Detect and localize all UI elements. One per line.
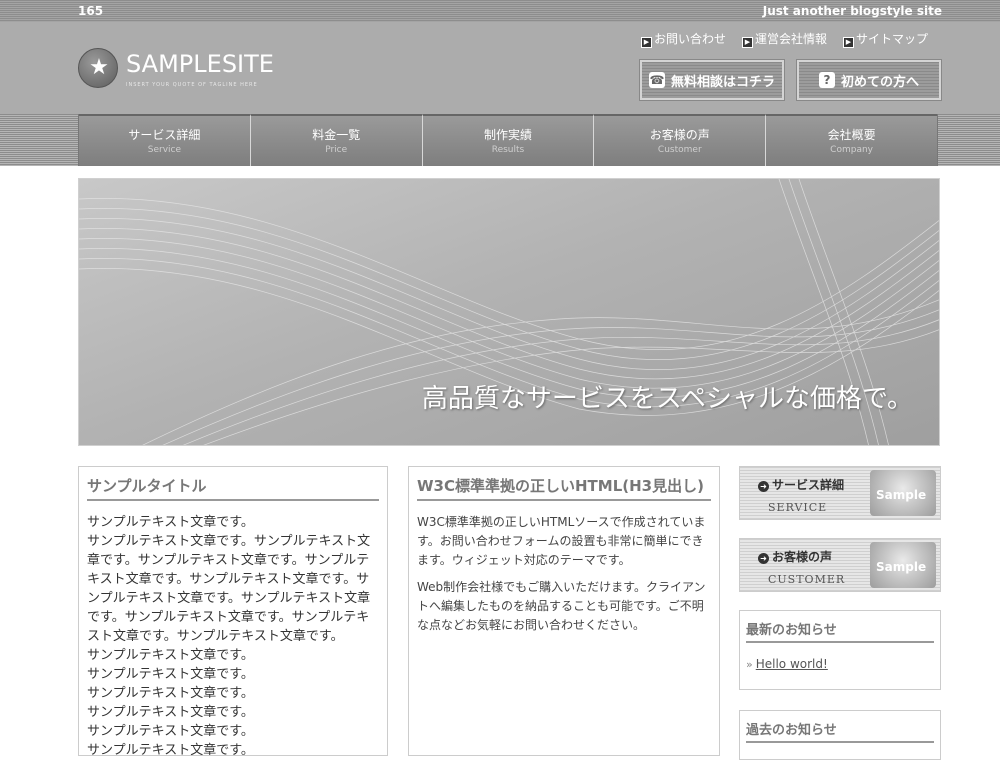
past-news-widget: 過去のお知らせ [739,710,941,760]
latest-news-title: 最新のお知らせ [746,619,934,643]
top-bar: 165 Just another blogstyle site [0,0,1000,22]
company-info-link[interactable]: ▶ 運営会社情報 [741,30,827,48]
header: ★ SAMPLESITE INSERT YOUR QUOTE OF TAGLIN… [0,22,1000,114]
hero-banner: 高品質なサービスをスペシャルな価格で。 [78,178,940,446]
sample-article: サンプルタイトル サンプルテキスト文章です。 サンプルテキスト文章です。サンプル… [78,466,388,758]
customer-banner[interactable]: ➜ お客様の声 CUSTOMER Sample [739,538,941,592]
latest-news-widget: 最新のお知らせ » Hello world! [739,610,941,690]
free-consult-button[interactable]: ☎ 無料相談はコチラ [640,60,784,100]
hello-world-link[interactable]: Hello world! [756,657,828,671]
logo-tagline: INSERT YOUR QUOTE OF TAGLINE HERE [126,82,258,88]
service-banner[interactable]: ➜ サービス詳細 SERVICE Sample [739,466,941,520]
star-logo-icon: ★ [78,48,118,88]
nav-item-price[interactable]: 料金一覧 Price [250,114,423,166]
nav-item-service[interactable]: サービス詳細 Service [79,114,251,166]
hero-caption: 高品質なサービスをスペシャルな価格で。 [421,384,913,414]
play-icon: ▶ [640,37,652,48]
question-icon: ? [818,72,835,88]
contact-link[interactable]: ▶ お問い合わせ [640,30,726,48]
customers-photo: Sample [870,542,936,588]
logo-name: SAMPLESITE [126,50,274,78]
site-logo[interactable]: ★ SAMPLESITE INSERT YOUR QUOTE OF TAGLIN… [78,46,278,96]
w3c-title: W3C標準準拠の正しいHTML(H3見出し) [417,475,711,501]
arrow-right-icon: ➜ [758,481,769,492]
nav-item-customer[interactable]: お客様の声 Customer [594,114,767,166]
w3c-article: W3C標準準拠の正しいHTML(H3見出し) W3C標準準拠の正しいHTMLソー… [408,466,720,756]
w3c-paragraph-1: W3C標準準拠の正しいHTMLソースで作成されています。お問い合わせフォームの設… [417,515,706,567]
play-icon: ▶ [842,37,854,48]
article-title: サンプルタイトル [87,475,379,501]
phone-icon: ☎ [648,72,665,88]
nav-item-results[interactable]: 制作実績 Results [422,114,595,166]
article-body: サンプルテキスト文章です。 サンプルテキスト文章です。サンプルテキスト文章です。… [87,515,371,758]
play-icon: ▶ [741,37,753,48]
post-count: 165 [78,4,104,18]
nav-item-company[interactable]: 会社概要 Company [766,114,937,166]
main-nav: サービス詳細 Service 料金一覧 Price 制作実績 Results お客様の… [0,114,1000,166]
sitemap-link[interactable]: ▶ サイトマップ [842,30,928,48]
arrow-right-icon: ➜ [758,553,769,564]
past-news-title: 過去のお知らせ [746,719,934,743]
operator-photo: Sample [870,470,936,516]
site-tagline: Just another blogstyle site [762,4,942,18]
w3c-paragraph-2: Web制作会社様でもご購入いただけます。クライアントへ編集したものを納品すること… [417,580,706,632]
first-visit-button[interactable]: ? 初めての方へ [797,60,941,100]
double-chevron-icon: » [746,658,753,671]
top-links: ▶ お問い合わせ ▶ 運営会社情報 ▶ サイトマップ [640,30,928,48]
